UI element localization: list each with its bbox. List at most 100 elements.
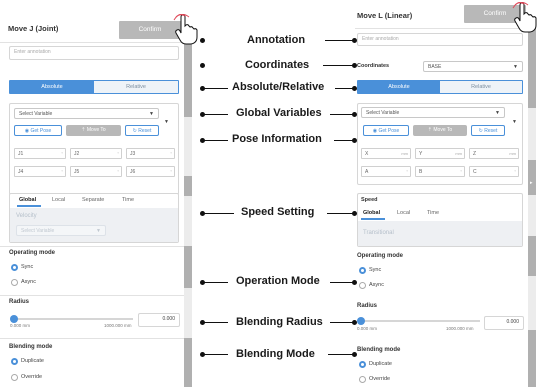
callout-bullet: [352, 86, 357, 91]
unit-label: mm: [455, 151, 462, 156]
radius-min-label: 0.000 mm: [357, 326, 378, 331]
relative-option[interactable]: Relative: [440, 81, 522, 93]
radio-dot: [11, 264, 18, 271]
tab-local-right[interactable]: Local: [397, 210, 410, 216]
reset-button-right[interactable]: ↻ Reset: [471, 125, 505, 136]
callout-bullet: [352, 280, 357, 285]
duplicate-label: Duplicate: [369, 361, 392, 367]
scrollbar-thumb-right-2[interactable]: [528, 160, 536, 195]
radius-slider-thumb[interactable]: [10, 315, 18, 323]
get-pose-button-right[interactable]: ◉ Get Pose: [363, 125, 409, 136]
tab-global-right[interactable]: Global: [363, 210, 380, 216]
radio-dot: [11, 374, 18, 381]
active-tab-indicator: [17, 205, 41, 207]
async-radio-left[interactable]: Async: [11, 279, 36, 286]
chevron-icon: ▸: [530, 180, 533, 186]
callout-bullet: [352, 320, 357, 325]
callout-bullet: [352, 352, 357, 357]
tab-separate-left[interactable]: Separate: [82, 197, 104, 203]
radio-dot: [11, 279, 18, 286]
blending-mode-title-right: Blending mode: [357, 347, 401, 353]
callout-bullet: [352, 63, 357, 68]
joint-field-j5[interactable]: J5 °: [70, 166, 122, 177]
pose-field-y[interactable]: Ymm: [415, 148, 465, 159]
override-radio-right[interactable]: Override: [359, 376, 391, 383]
scrollbar-thumb-left-4[interactable]: [184, 338, 192, 387]
move-to-button-right[interactable]: ⇡ Move To: [413, 125, 467, 136]
radius-value-input[interactable]: 0.000: [138, 313, 180, 327]
radius-slider-thumb[interactable]: [357, 317, 365, 325]
move-to-label: Move To: [433, 127, 453, 133]
relative-option[interactable]: Relative: [94, 81, 178, 93]
duplicate-radio-right[interactable]: Duplicate: [359, 361, 392, 368]
radio-dot: [359, 361, 366, 368]
annotation-input-right[interactable]: Enter annotation: [357, 33, 523, 46]
get-pose-button-left[interactable]: ◉ Get Pose: [14, 125, 62, 136]
sync-radio-left[interactable]: Sync: [11, 264, 33, 271]
async-radio-right[interactable]: Async: [359, 282, 384, 289]
scrollbar-thumb-left[interactable]: [184, 42, 192, 117]
pose-field-c[interactable]: C °: [469, 166, 519, 177]
caret-down-icon: ▼: [495, 110, 500, 116]
pose-field-x[interactable]: Xmm: [361, 148, 411, 159]
scrollbar-thumb-left-3[interactable]: [184, 246, 192, 288]
get-pose-label: Get Pose: [378, 128, 400, 134]
scrollbar-thumb-right-4[interactable]: [528, 330, 536, 387]
callout-line: [323, 65, 355, 66]
tab-global-left[interactable]: Global: [19, 197, 36, 203]
scrollbar-thumb-right[interactable]: [528, 28, 536, 108]
transitional-label: Transitional: [363, 230, 394, 236]
header-divider: [0, 42, 184, 43]
speed-title: Speed: [361, 197, 378, 203]
absolute-relative-toggle-left[interactable]: Absolute Relative: [9, 80, 179, 94]
active-tab-indicator: [361, 218, 385, 220]
radius-slider-track[interactable]: [360, 320, 480, 322]
select-variable-left[interactable]: Select Variable ▼: [14, 108, 159, 119]
annotation-input-left[interactable]: Enter annotation: [9, 46, 179, 60]
label-pose-information: Pose Information: [232, 133, 322, 145]
joint-label: J2: [74, 151, 80, 157]
move-l-title: Move L (Linear): [357, 11, 413, 20]
radius-slider-track[interactable]: [13, 318, 133, 320]
sync-radio-right[interactable]: Sync: [359, 267, 381, 274]
coordinates-select[interactable]: BASE ▼: [423, 61, 523, 72]
joint-field-j2[interactable]: J2 °: [70, 148, 122, 159]
tab-time-right[interactable]: Time: [427, 210, 439, 216]
override-label: Override: [369, 376, 391, 382]
callout-bullet: [352, 112, 357, 117]
select-variable-right[interactable]: Select Variable ▼: [361, 107, 505, 118]
async-label: Async: [21, 279, 36, 285]
radio-dot: [359, 282, 366, 289]
override-radio-left[interactable]: Override: [11, 374, 43, 381]
joint-field-j4[interactable]: J4 °: [14, 166, 66, 177]
tab-time-left[interactable]: Time: [122, 197, 134, 203]
joint-field-j1[interactable]: J1 °: [14, 148, 66, 159]
duplicate-radio-left[interactable]: Duplicate: [11, 358, 44, 365]
callout-line: [202, 354, 228, 355]
label-annotation: Annotation: [247, 34, 306, 46]
scrollbar-thumb-left-2[interactable]: [184, 176, 192, 196]
override-label: Override: [21, 374, 43, 380]
callout-bullet: [200, 38, 205, 43]
move-to-button-left[interactable]: ⇡ Move To: [66, 125, 121, 136]
hand-pointer-icon: [512, 2, 537, 33]
callout-bullet: [352, 138, 357, 143]
absolute-option[interactable]: Absolute: [358, 81, 440, 93]
unit-label: °: [406, 169, 408, 174]
pose-field-b[interactable]: B °: [415, 166, 465, 177]
joint-field-j3[interactable]: J3 °: [126, 148, 175, 159]
pose-field-z[interactable]: Zmm: [469, 148, 519, 159]
tab-local-left[interactable]: Local: [52, 197, 65, 203]
reset-button-left[interactable]: ↻ Reset: [125, 125, 159, 136]
callout-bullet: [200, 63, 205, 68]
absolute-option[interactable]: Absolute: [10, 81, 94, 93]
absolute-relative-toggle-right[interactable]: Absolute Relative: [357, 80, 523, 94]
callout-line: [202, 114, 228, 115]
radius-value-input[interactable]: 0.000: [484, 316, 524, 330]
velocity-select[interactable]: Select Variable ▼: [16, 225, 106, 236]
caret-down-icon: ▼: [164, 119, 169, 125]
unit-label: °: [170, 151, 172, 156]
joint-field-j6[interactable]: J6 °: [126, 166, 175, 177]
pose-field-a[interactable]: A °: [361, 166, 411, 177]
scrollbar-thumb-right-3[interactable]: [528, 236, 536, 276]
